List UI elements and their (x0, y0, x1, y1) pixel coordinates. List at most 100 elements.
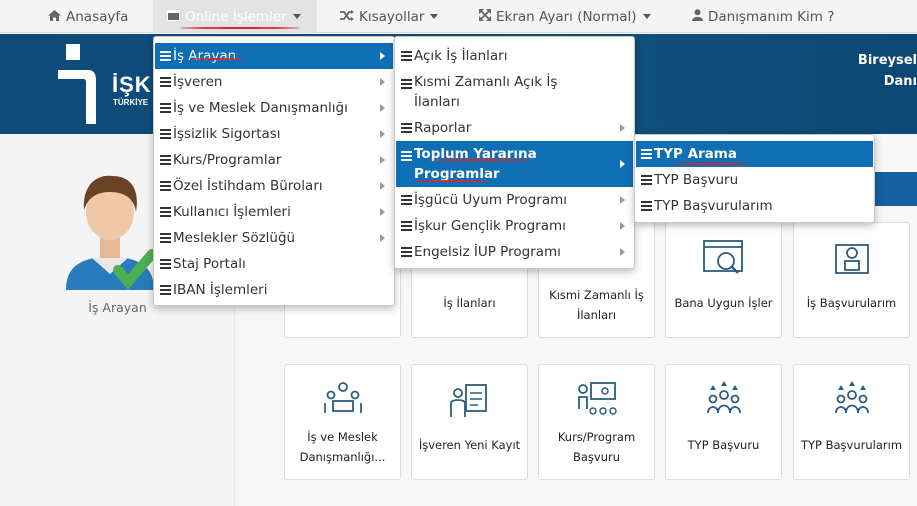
chevron-right-icon (620, 248, 625, 256)
nav-advisor-label: Danışmanım Kim ? (708, 8, 835, 25)
iskur-logo-icon (58, 44, 96, 124)
expand-icon (478, 8, 492, 24)
list-icon (160, 129, 171, 139)
chevron-right-icon (380, 182, 385, 190)
list-icon (641, 175, 652, 185)
card-kurs-program-basvuru[interactable]: Kurs/Program Başvuru (538, 364, 655, 480)
chevron-down-icon (642, 14, 651, 19)
menu-label: TYP Arama (654, 146, 737, 162)
menu-label: İşsizlik Sigortası (173, 126, 281, 142)
annotation-underline (192, 58, 244, 60)
card-label: İş ve Meslek Danışmanlığı... (299, 430, 386, 464)
is-arayan-submenu: Açık İş İlanları Kısmi Zamanlı Açık İş İ… (394, 36, 635, 269)
shuffle-icon (340, 9, 354, 24)
menu-item-kurs-programlar[interactable]: Kurs/Programlar (155, 147, 393, 173)
menu-item-acik-is-ilanlari[interactable]: Açık İş İlanları (396, 43, 633, 69)
menu-label: TYP Başvurularım (654, 198, 773, 214)
card-typ-basvurularim[interactable]: TYP Başvurularım (793, 364, 910, 480)
card-label: Bana Uygun İşler (674, 296, 773, 310)
annotation-underline (180, 27, 300, 29)
menu-label: Kısmi Zamanlı Açık İş İlanları (414, 74, 558, 110)
card-isveren-yeni-kayit[interactable]: İşveren Yeni Kayıt (411, 364, 528, 480)
menu-item-typ-arama[interactable]: TYP Arama (636, 141, 873, 167)
menu-label: Engelsiz İUP Programı (414, 244, 561, 260)
menu-label: İşveren (173, 74, 223, 90)
menu-label: Toplum Yararına Programlar (414, 146, 537, 182)
menu-label: IBAN İşlemleri (173, 282, 268, 298)
menu-label: İş ve Meslek Danışmanlığı (173, 100, 348, 116)
menu-item-typ-basvurularim[interactable]: TYP Başvurularım (636, 193, 873, 219)
user-icon (692, 9, 703, 24)
list-icon (160, 207, 171, 217)
menu-item-staj-portali[interactable]: Staj Portalı (155, 251, 393, 277)
list-icon (160, 51, 171, 61)
menu-item-raporlar[interactable]: Raporlar (396, 115, 633, 141)
menu-item-meslekler-sozlugu[interactable]: Meslekler Sözlüğü (155, 225, 393, 251)
header-right-line2: Danı (883, 74, 917, 89)
card-bana-uygun[interactable]: Bana Uygun İşler (665, 222, 782, 338)
menu-item-engelsiz-iup[interactable]: Engelsiz İUP Programı (396, 239, 633, 265)
card-label: İşveren Yeni Kayıt (418, 438, 521, 452)
profile-briefcase-icon (794, 237, 909, 281)
header-right-line1: Bireysel (857, 53, 917, 68)
nav-screen-setting[interactable]: Ekran Ayarı (Normal) (478, 0, 651, 33)
list-icon (401, 151, 412, 161)
top-navbar: Anasayfa Online İşlemler Kısayollar Ekra… (0, 0, 917, 33)
avatar (66, 175, 157, 290)
chevron-right-icon (620, 124, 625, 132)
nav-home[interactable]: Anasayfa (48, 0, 128, 33)
list-icon (401, 123, 412, 133)
nav-home-label: Anasayfa (66, 8, 129, 25)
chevron-right-icon (620, 222, 625, 230)
card-label: TYP Başvuru (687, 438, 760, 452)
clipboard-person-icon (412, 379, 527, 423)
browser-search-icon (666, 237, 781, 281)
chevron-right-icon (380, 130, 385, 138)
list-icon (401, 195, 412, 205)
list-icon (401, 79, 412, 89)
list-icon (401, 51, 412, 61)
menu-item-iskur-genclik[interactable]: İşkur Gençlik Programı (396, 213, 633, 239)
logo-subtext: TÜRKİYE (113, 98, 149, 107)
menu-label: Meslekler Sözlüğü (173, 230, 296, 246)
list-icon (401, 221, 412, 231)
menu-item-ozel-istihdam[interactable]: Özel İstihdam Büroları (155, 173, 393, 199)
home-icon (48, 9, 61, 24)
chevron-right-icon (380, 52, 385, 60)
card-typ-basvuru[interactable]: TYP Başvuru (665, 364, 782, 480)
nav-advisor[interactable]: Danışmanım Kim ? (692, 0, 834, 33)
window-icon (167, 9, 180, 24)
menu-label: İşkur Gençlik Programı (414, 218, 566, 234)
menu-item-isveren[interactable]: İşveren (155, 69, 393, 95)
nav-shortcuts[interactable]: Kısayollar (340, 0, 439, 33)
list-icon (160, 259, 171, 269)
list-icon (160, 103, 171, 113)
menu-item-typ-basvuru[interactable]: TYP Başvuru (636, 167, 873, 193)
menu-item-issizlik-sigortasi[interactable]: İşsizlik Sigortası (155, 121, 393, 147)
list-icon (641, 149, 652, 159)
list-icon (160, 155, 171, 165)
nav-online-label: Online İşlemler (185, 8, 287, 25)
card-is-basvurularim[interactable]: İş Başvurularım (793, 222, 910, 338)
menu-item-kullanici-islemleri[interactable]: Kullanıcı İşlemleri (155, 199, 393, 225)
menu-item-kismi-zamanli[interactable]: Kısmi Zamanlı Açık İş İlanları (396, 69, 633, 115)
group-up-icon (666, 379, 781, 423)
section-header-strip (870, 172, 917, 206)
menu-label: Açık İş İlanları (414, 48, 508, 64)
annotation-underline (413, 180, 489, 182)
menu-item-iban-islemleri[interactable]: IBAN İşlemleri (155, 277, 393, 303)
card-label: İş İlanları (443, 296, 496, 310)
menu-item-is-arayan[interactable]: İş Arayan (155, 43, 393, 69)
menu-item-is-meslek-danismanligi[interactable]: İş ve Meslek Danışmanlığı (155, 95, 393, 121)
menu-item-isgucu-uyum[interactable]: İşgücü Uyum Programı (396, 187, 633, 213)
list-icon (641, 201, 652, 211)
list-icon (401, 247, 412, 257)
chevron-right-icon (380, 104, 385, 112)
chevron-down-icon (292, 14, 301, 19)
online-islemler-menu: İş Arayan İşveren İş ve Meslek Danışmanl… (153, 36, 395, 306)
menu-label: Özel İstihdam Büroları (173, 178, 323, 194)
card-is-meslek-danismanligi[interactable]: İş ve Meslek Danışmanlığı... (284, 364, 401, 480)
annotation-underline (432, 159, 532, 161)
chevron-down-icon (430, 14, 439, 19)
annotation-underline (674, 163, 748, 165)
